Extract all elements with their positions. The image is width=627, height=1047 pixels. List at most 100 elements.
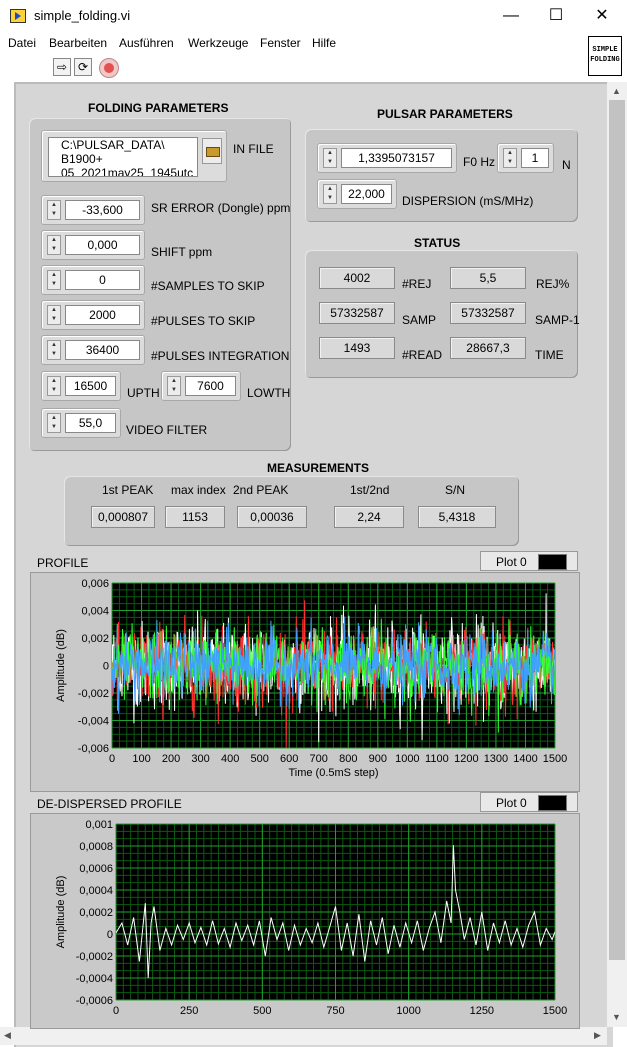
video-filter-label: VIDEO FILTER: [126, 423, 208, 437]
dedispersed-graph[interactable]: 0 250 500 750 1000 1250 1500 0,001 0,0008 0,0006 0…: [30, 813, 578, 1027]
status-title: STATUS: [414, 236, 461, 250]
run-continuously-icon[interactable]: ⟳: [74, 58, 92, 76]
vi-connector-icon: SIMPLE FOLDING: [588, 36, 622, 76]
lowth-input[interactable]: 7600: [185, 376, 236, 396]
dispersion-spin[interactable]: ▲ ▼: [323, 184, 337, 204]
measurements-title: MEASUREMENTS: [267, 461, 370, 475]
abort-stop-icon[interactable]: [99, 58, 119, 78]
sr-error-spin[interactable]: ▲ ▼: [47, 200, 61, 220]
y-axis-label: Amplitude (dB): [55, 876, 67, 949]
samples-skip-input[interactable]: 0: [65, 270, 140, 290]
rej-label: #REJ: [402, 277, 432, 291]
vertical-scrollbar-thumb[interactable]: [609, 100, 625, 960]
menu-ausfuehren[interactable]: Ausführen: [119, 36, 174, 50]
scroll-right-icon[interactable]: ▶: [594, 1030, 601, 1041]
in-file-label: IN FILE: [233, 142, 274, 156]
x-tick-label: 800: [339, 753, 357, 765]
dedispersed-plot-legend[interactable]: Plot 0: [480, 792, 578, 812]
line-plot-swatch-icon: [538, 795, 567, 811]
pulses-integration-input[interactable]: 36400: [65, 340, 140, 360]
upth-spin[interactable]: ▲ ▼: [47, 376, 61, 396]
video-filter-input[interactable]: 55,0: [65, 413, 116, 433]
x-tick-label: 1400: [513, 753, 537, 765]
scroll-up-icon[interactable]: ▲: [612, 86, 621, 96]
minimize-button[interactable]: —: [488, 0, 534, 32]
vi-icon-line1: SIMPLE: [592, 46, 618, 54]
dispersion-input[interactable]: 22,000: [341, 184, 392, 204]
y-tick-label: 0,006: [81, 578, 109, 590]
samp-label: SAMP: [402, 313, 437, 327]
rej-pct-indicator: 5,5: [450, 267, 526, 289]
ratio-indicator: 2,24: [334, 506, 404, 528]
y-tick-label: -0,006: [78, 743, 109, 755]
in-file-path-field[interactable]: C:\PULSAR_DATA\ B1900+ 05_2021may25_1945…: [48, 137, 198, 177]
vi-icon-line2: FOLDING: [590, 56, 620, 64]
pulses-skip-spin[interactable]: ▲ ▼: [47, 305, 61, 325]
maximize-button[interactable]: ☐: [533, 0, 579, 32]
y-tick-label: 0,0002: [79, 907, 113, 919]
read-label: #READ: [402, 348, 443, 362]
menu-werkzeuge[interactable]: Werkzeuge: [188, 36, 248, 50]
x-tick-label: 0: [109, 753, 115, 765]
x-tick-label: 1000: [395, 753, 419, 765]
x-tick-label: 1500: [543, 1005, 567, 1017]
n-input[interactable]: 1: [521, 148, 549, 168]
x-tick-label: 500: [250, 753, 268, 765]
menu-datei[interactable]: Datei: [8, 36, 36, 50]
x-tick-label: 250: [180, 1005, 198, 1017]
x-tick-label: 500: [253, 1005, 271, 1017]
x-tick-label: 200: [162, 753, 180, 765]
f0-input[interactable]: 1,3395073157: [341, 148, 452, 168]
run-arrow-icon[interactable]: ⇨: [53, 58, 71, 76]
pulses-integration-spin[interactable]: ▲ ▼: [47, 340, 61, 360]
menu-fenster[interactable]: Fenster: [260, 36, 301, 50]
menu-hilfe[interactable]: Hilfe: [312, 36, 336, 50]
sn-label: S/N: [445, 483, 466, 497]
profile-graph-title: PROFILE: [37, 556, 89, 570]
horizontal-scrollbar[interactable]: [0, 1027, 607, 1045]
browse-folder-button[interactable]: [202, 138, 222, 164]
x-tick-label: 100: [132, 753, 150, 765]
upth-label: UPTH: [127, 386, 160, 400]
menu-bearbeiten[interactable]: Bearbeiten: [49, 36, 107, 50]
x-tick-label: 300: [191, 753, 209, 765]
y-tick-label: 0,002: [81, 633, 109, 645]
samp-1-label: SAMP-1: [535, 313, 580, 327]
scroll-down-icon[interactable]: ▼: [612, 1012, 621, 1022]
pulses-skip-input[interactable]: 2000: [65, 305, 140, 325]
samp-indicator: 57332587: [319, 302, 395, 324]
video-filter-spin[interactable]: ▲ ▼: [47, 413, 61, 433]
y-tick-label: 0,001: [85, 819, 113, 831]
profile-plot-legend[interactable]: Plot 0: [480, 551, 578, 571]
ratio-label: 1st/2nd: [350, 483, 390, 497]
y-tick-label: -0,0004: [76, 973, 113, 985]
y-tick-label: 0,0004: [79, 885, 113, 897]
y-tick-label: 0,0006: [79, 863, 113, 875]
scroll-left-icon[interactable]: ◀: [4, 1030, 11, 1041]
x-tick-label: 1250: [470, 1005, 494, 1017]
n-spin[interactable]: ▲ ▼: [503, 148, 517, 168]
shift-input[interactable]: 0,000: [65, 235, 140, 255]
labview-vi-icon: [10, 9, 26, 23]
upth-input[interactable]: 16500: [65, 376, 116, 396]
x-tick-label: 1100: [425, 753, 449, 765]
f0-spin[interactable]: ▲ ▼: [323, 148, 337, 168]
window-title: simple_folding.vi: [34, 8, 131, 23]
folding-parameters-title: FOLDING PARAMETERS: [88, 101, 229, 115]
pulses-integration-label: #PULSES INTEGRATION: [151, 349, 290, 363]
shift-label: SHIFT ppm: [151, 245, 213, 259]
pulses-skip-label: #PULSES TO SKIP: [151, 314, 256, 328]
x-tick-label: 600: [280, 753, 298, 765]
sr-error-input[interactable]: -33,600: [65, 200, 140, 220]
y-axis-label: Amplitude (dB): [55, 629, 67, 702]
shift-spin[interactable]: ▲ ▼: [47, 235, 61, 255]
rej-indicator: 4002: [319, 267, 395, 289]
lowth-spin[interactable]: ▲ ▼: [167, 376, 181, 396]
in-file-path-line1: C:\PULSAR_DATA\: [61, 138, 165, 152]
pulsar-parameters-title: PULSAR PARAMETERS: [377, 107, 513, 121]
samples-skip-spin[interactable]: ▲ ▼: [47, 270, 61, 290]
f0-label: F0 Hz: [463, 155, 496, 169]
dedispersed-legend-label: Plot 0: [496, 796, 527, 810]
profile-graph[interactable]: 0 100 200 300 400 500 600 700 800 900 1000 1100 1200…: [30, 572, 578, 790]
close-button[interactable]: ✕: [579, 0, 625, 32]
